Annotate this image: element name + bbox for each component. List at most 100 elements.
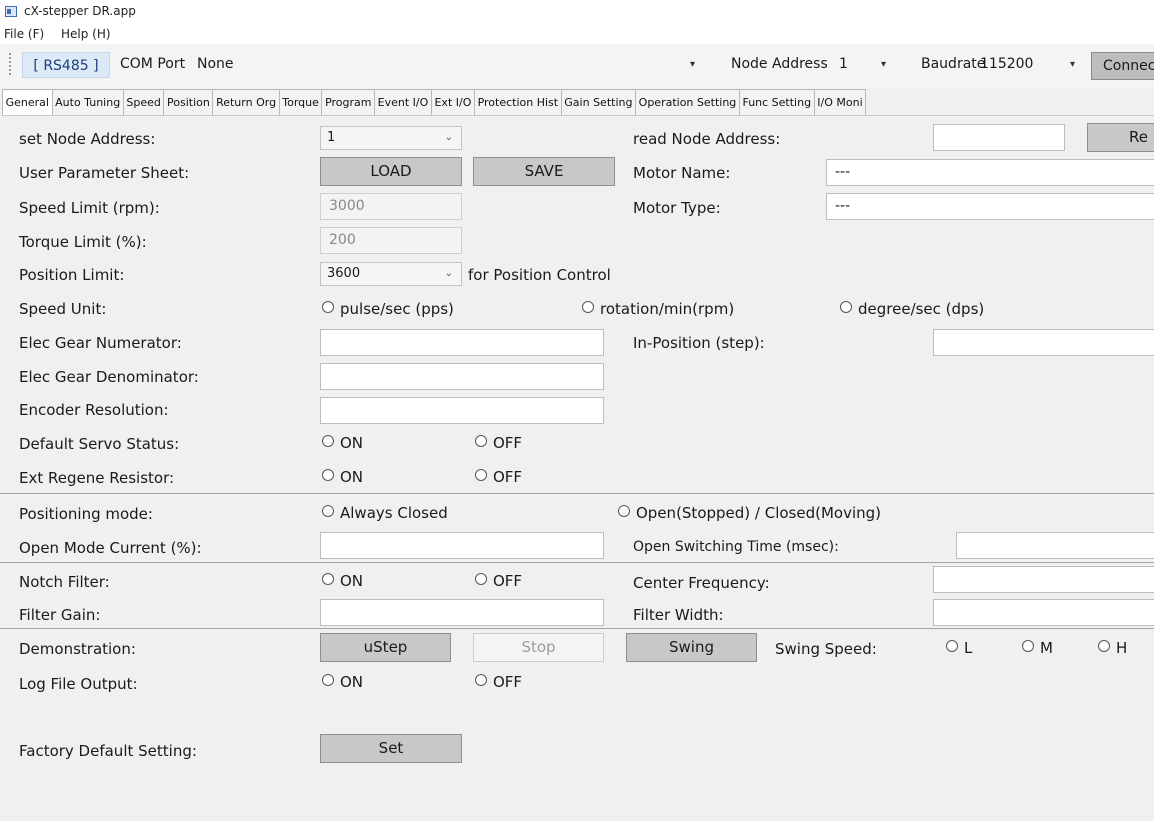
menu-help[interactable]: Help (H) <box>61 27 111 41</box>
position-limit-select[interactable]: 3600 ⌄ <box>320 262 462 286</box>
elec-gear-den-field[interactable] <box>320 363 604 390</box>
set-node-address-label: set Node Address: <box>19 130 156 148</box>
speed-unit-rpm-radio[interactable]: rotation/min(rpm) <box>582 300 734 318</box>
chevron-down-icon: ▾ <box>1070 59 1076 70</box>
tab-event-io[interactable]: Event I/O <box>374 89 432 115</box>
speed-unit-dps-radio[interactable]: degree/sec (dps) <box>840 300 984 318</box>
ustep-button[interactable]: uStep <box>320 633 451 662</box>
radio-circle-icon <box>322 573 334 585</box>
ext-regene-on-text: ON <box>340 468 364 486</box>
connection-toolbar: [ RS485 ] COM Port None ▾ Node Address 1… <box>0 44 1154 88</box>
tab-auto-tuning[interactable]: Auto Tuning <box>51 89 124 115</box>
speed-unit-pps-radio[interactable]: pulse/sec (pps) <box>322 300 454 318</box>
default-servo-on-text: ON <box>340 434 364 452</box>
default-servo-on-radio[interactable]: ON <box>322 434 363 452</box>
swing-speed-l-radio[interactable]: L <box>946 639 972 657</box>
swing-button[interactable]: Swing <box>626 633 757 662</box>
ext-regene-off-text: OFF <box>493 468 523 486</box>
ext-regene-on-radio[interactable]: ON <box>322 468 363 486</box>
log-file-on-radio[interactable]: ON <box>322 673 363 691</box>
notch-filter-on-radio[interactable]: ON <box>322 572 363 590</box>
log-file-off-radio[interactable]: OFF <box>475 673 522 691</box>
toolbar-grip[interactable] <box>9 53 13 75</box>
tab-operation-setting[interactable]: Operation Setting <box>635 89 740 115</box>
open-closed-radio[interactable]: Open(Stopped) / Closed(Moving) <box>618 504 881 522</box>
save-button[interactable]: SAVE <box>473 157 615 186</box>
tab-func-setting[interactable]: Func Setting <box>738 89 815 115</box>
swing-speed-l-text: L <box>964 639 973 657</box>
open-switching-label: Open Switching Time (msec): <box>633 539 839 555</box>
center-freq-label: Center Frequency: <box>633 574 770 592</box>
speed-limit-label: Speed Limit (rpm): <box>19 199 160 217</box>
always-closed-text: Always Closed <box>340 504 448 522</box>
set-node-address-value: 1 <box>327 130 336 145</box>
tab-position[interactable]: Position <box>163 89 214 115</box>
node-address-select[interactable]: 1 ▾ <box>837 52 895 78</box>
swing-speed-m-radio[interactable]: M <box>1022 639 1053 657</box>
filter-gain-field[interactable] <box>320 599 604 626</box>
factory-set-button[interactable]: Set <box>320 734 462 763</box>
set-node-address-select[interactable]: 1 ⌄ <box>320 126 462 150</box>
torque-limit-label: Torque Limit (%): <box>19 233 147 251</box>
read-button[interactable]: Re <box>1087 123 1154 152</box>
tab-return-org[interactable]: Return Org <box>212 89 280 115</box>
tab-speed[interactable]: Speed <box>122 89 165 115</box>
center-freq-field[interactable] <box>933 566 1154 593</box>
log-file-off-text: OFF <box>493 673 523 691</box>
section-divider <box>0 562 1154 563</box>
radio-circle-icon <box>946 640 958 652</box>
title-bar: cX-stepper DR.app <box>0 0 1154 24</box>
speed-unit-label: Speed Unit: <box>19 300 107 318</box>
swing-speed-h-radio[interactable]: H <box>1098 639 1127 657</box>
chevron-down-icon: ⌄ <box>444 268 453 279</box>
speed-unit-pps-text: pulse/sec (pps) <box>340 300 454 318</box>
baudrate-label: Baudrate <box>921 56 986 72</box>
tab-ext-io[interactable]: Ext I/O <box>430 89 475 115</box>
notch-filter-off-radio[interactable]: OFF <box>475 572 522 590</box>
filter-width-field[interactable] <box>933 599 1154 626</box>
notch-filter-off-text: OFF <box>493 572 523 590</box>
window-title: cX-stepper DR.app <box>24 4 136 18</box>
default-servo-off-radio[interactable]: OFF <box>475 434 522 452</box>
positioning-mode-label: Positioning mode: <box>19 505 153 523</box>
radio-circle-icon <box>322 674 334 686</box>
in-position-field[interactable] <box>933 329 1154 356</box>
swing-speed-h-text: H <box>1116 639 1128 657</box>
notch-filter-label: Notch Filter: <box>19 573 110 591</box>
baudrate-select[interactable]: 115200 ▾ <box>978 52 1082 78</box>
open-mode-current-field[interactable] <box>320 532 604 559</box>
read-node-address-field[interactable] <box>933 124 1065 151</box>
elec-gear-num-field[interactable] <box>320 329 604 356</box>
encoder-res-field[interactable] <box>320 397 604 424</box>
motor-type-field[interactable]: --- <box>826 193 1154 220</box>
user-param-sheet-label: User Parameter Sheet: <box>19 164 190 182</box>
radio-circle-icon <box>322 469 334 481</box>
com-port-select[interactable]: None ▾ <box>195 52 705 78</box>
tab-torque[interactable]: Torque <box>278 89 323 115</box>
always-closed-radio[interactable]: Always Closed <box>322 504 448 522</box>
elec-gear-num-label: Elec Gear Numerator: <box>19 334 182 352</box>
tab-io-moni[interactable]: I/O Moni <box>813 89 867 115</box>
tab-general[interactable]: General <box>2 89 53 116</box>
motor-name-field[interactable]: --- <box>826 159 1154 186</box>
baudrate-value: 115200 <box>980 56 1034 72</box>
motor-type-label: Motor Type: <box>633 199 721 217</box>
tab-protection-hist[interactable]: Protection Hist <box>473 89 562 115</box>
speed-unit-dps-text: degree/sec (dps) <box>858 300 985 318</box>
connect-button[interactable]: Connec <box>1091 52 1154 80</box>
chevron-down-icon: ⌄ <box>444 132 453 143</box>
tab-program[interactable]: Program <box>321 89 376 115</box>
menu-file[interactable]: File (F) <box>4 27 44 41</box>
load-button[interactable]: LOAD <box>320 157 462 186</box>
open-mode-current-label: Open Mode Current (%): <box>19 539 202 557</box>
open-switching-field[interactable] <box>956 532 1154 559</box>
tab-gain-setting[interactable]: Gain Setting <box>560 89 637 115</box>
log-file-label: Log File Output: <box>19 675 138 693</box>
radio-circle-icon <box>1098 640 1110 652</box>
position-limit-label: Position Limit: <box>19 266 125 284</box>
read-node-address-label: read Node Address: <box>633 130 781 148</box>
node-address-label: Node Address <box>731 56 828 72</box>
node-address-value: 1 <box>839 56 848 72</box>
protocol-indicator[interactable]: [ RS485 ] <box>22 52 110 78</box>
ext-regene-off-radio[interactable]: OFF <box>475 468 522 486</box>
